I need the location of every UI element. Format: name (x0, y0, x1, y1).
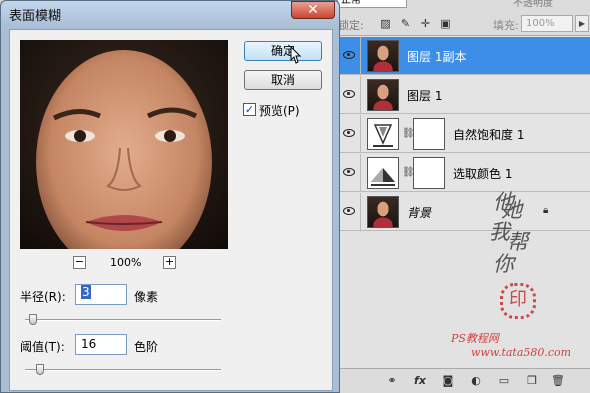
radius-value: 3 (81, 285, 91, 299)
layer-thumbnail (367, 40, 399, 72)
lock-all-icon[interactable]: ▣ (439, 17, 452, 30)
visibility-eye-icon[interactable] (343, 129, 355, 137)
visibility-eye-icon[interactable] (343, 90, 355, 98)
dialog-body: − 100% + 确定 取消 ✓ 预览(P) 半径(R): 3 像素 阈值(T)… (9, 29, 333, 391)
threshold-input[interactable]: 16 (75, 334, 127, 355)
radius-input[interactable]: 3 (75, 284, 127, 305)
threshold-label: 阈值(T): (20, 340, 65, 354)
layer-row[interactable]: 图层 1副本 (337, 37, 590, 75)
link-layers-icon[interactable]: ⚭ (385, 374, 399, 388)
dialog-title: 表面模糊 (9, 9, 62, 24)
fill-dropdown-icon[interactable]: ▶ (575, 15, 589, 32)
zoom-level: 100% (110, 256, 142, 269)
fill-label: 填充: (493, 19, 519, 32)
preview-image[interactable] (20, 40, 228, 249)
layer-row[interactable]: ⛓ 自然饱和度 1 (337, 115, 590, 153)
radius-slider-track[interactable] (25, 319, 221, 321)
cancel-button[interactable]: 取消 (244, 70, 322, 90)
radius-label: 半径(R): (20, 290, 66, 304)
layer-name: 图层 1副本 (407, 50, 467, 64)
threshold-slider-thumb[interactable] (36, 364, 45, 375)
threshold-slider-track[interactable] (25, 369, 221, 371)
layer-thumbnail (367, 196, 399, 228)
opacity-label: 不透明度 (513, 0, 553, 9)
threshold-unit: 色阶 (134, 340, 159, 354)
surface-blur-dialog: 表面模糊 ✕ − 100% + 确定 取消 ✓ 预览(P) 半径(R): 3 像… (0, 0, 340, 393)
watermark: 他 她 我 帮 你 印 PS教程网 www.tata580.com (451, 186, 589, 366)
visibility-eye-icon[interactable] (343, 51, 355, 59)
close-button[interactable]: ✕ (291, 1, 335, 19)
lock-paint-icon[interactable]: ✎ (399, 17, 412, 30)
layers-footer: ⚭ fx ◙ ◐ ▭ ❐ 🗑︎ (337, 368, 590, 393)
layer-name: 背景 (407, 206, 432, 220)
lock-label: 锁定: (338, 19, 364, 32)
layer-name: 图层 1 (407, 89, 443, 103)
layer-thumbnail (367, 79, 399, 111)
add-mask-icon[interactable]: ◙ (441, 374, 455, 388)
visibility-eye-icon[interactable] (343, 207, 355, 215)
layers-panel: 正常 不透明度 锁定: ▨ ✎ ✛ ▣ 填充: 100% ▶ 图层 1副本 图层… (336, 0, 590, 393)
lock-position-icon[interactable]: ✛ (419, 17, 432, 30)
new-layer-icon[interactable]: ❐ (525, 374, 539, 388)
watermark-char: 你 (493, 252, 514, 276)
layer-row[interactable]: 图层 1 (337, 76, 590, 114)
visibility-eye-icon[interactable] (343, 168, 355, 176)
zoom-in-button[interactable]: + (163, 256, 176, 269)
vibrance-adjustment-icon (367, 118, 399, 150)
preview-label: 预览(P) (259, 104, 300, 118)
fill-field[interactable]: 100% (521, 15, 573, 32)
trash-icon[interactable]: 🗑︎ (551, 374, 565, 388)
layer-name: 自然饱和度 1 (453, 128, 525, 142)
watermark-site-name: PS教程网 (451, 332, 499, 345)
adjustment-layer-icon[interactable]: ◐ (469, 374, 483, 388)
selective-color-adjustment-icon (367, 157, 399, 189)
watermark-site-url: www.tata580.com (471, 346, 572, 359)
zoom-out-button[interactable]: − (73, 256, 86, 269)
radius-unit: 像素 (134, 290, 159, 304)
layers-toolbar: 正常 不透明度 锁定: ▨ ✎ ✛ ▣ 填充: 100% ▶ (337, 0, 590, 36)
group-folder-icon[interactable]: ▭ (497, 374, 511, 388)
fx-icon[interactable]: fx (413, 374, 427, 388)
layer-name: 选取颜色 1 (453, 167, 513, 181)
lock-row: 锁定: ▨ ✎ ✛ ▣ 填充: 100% ▶ (337, 14, 590, 34)
mouse-cursor-icon (290, 46, 302, 64)
preview-checkbox[interactable]: ✓ (243, 103, 256, 116)
watermark-seal: 印 (500, 283, 536, 319)
layer-mask-thumbnail[interactable] (413, 157, 445, 189)
layer-mask-thumbnail[interactable] (413, 118, 445, 150)
lock-transparency-icon[interactable]: ▨ (379, 17, 392, 30)
dialog-title-bar[interactable]: 表面模糊 ✕ (1, 1, 339, 27)
radius-slider-thumb[interactable] (28, 314, 37, 325)
blend-mode-select[interactable]: 正常 (337, 0, 407, 8)
ok-button[interactable]: 确定 (244, 41, 322, 61)
